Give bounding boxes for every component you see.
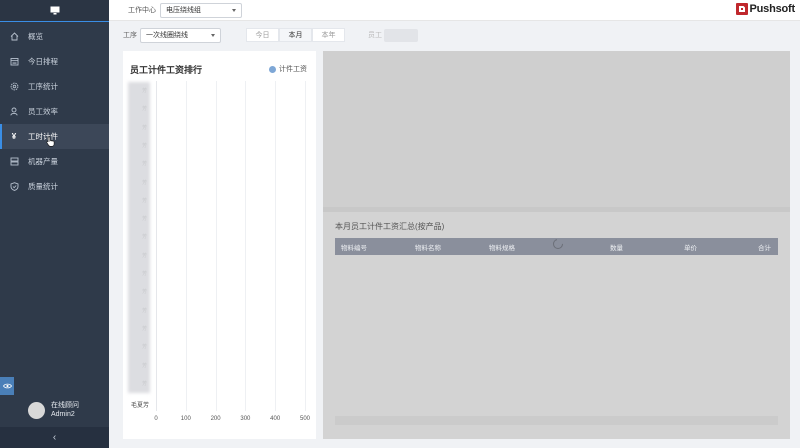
period-toggle: 今日 本月 本年 [246, 28, 345, 42]
monitor-icon [50, 6, 59, 15]
period-month-button[interactable]: 本月 [279, 28, 312, 42]
chart-placeholder [323, 51, 790, 207]
sidebar-item-employee-efficiency[interactable]: 员工效率 [0, 99, 109, 124]
column-header[interactable]: 物料编号 [341, 242, 367, 252]
employee-name-fragment: 芳 [141, 106, 147, 113]
sidebar-item-label: 今日排程 [28, 57, 58, 66]
employee-name-fragment: 芳 [141, 252, 147, 259]
toggle-visibility-button[interactable] [0, 377, 14, 395]
right-panel: 本月员工计件工资汇总(按产品) 物料编号 物料名称 物料规格 数量 单价 合计 [323, 51, 790, 439]
hand-pointer-icon [46, 136, 55, 147]
employee-name-fragment: 芳 [141, 344, 147, 351]
summary-title: 本月员工计件工资汇总(按产品) [335, 222, 445, 231]
employee-name-fragment: 芳 [141, 325, 147, 332]
sidebar-item-label: 质量统计 [28, 182, 58, 191]
column-header[interactable]: 数量 [610, 242, 623, 252]
x-tick-label: 200 [210, 416, 221, 422]
employee-name-label: 毛夏芳 [131, 403, 150, 409]
employee-name-fragment: 芳 [141, 124, 147, 131]
employee-name-fragment: 芳 [141, 307, 147, 314]
legend-label: 计件工资 [279, 66, 307, 73]
process-label: 工序 [123, 32, 137, 39]
x-tick-label: 0 [154, 416, 158, 422]
x-tick-label: 100 [180, 416, 191, 422]
gridline [275, 81, 277, 411]
employee-select[interactable] [384, 28, 418, 42]
chart-title: 员工计件工资排行 [130, 65, 203, 75]
user-name: Admin2 [51, 410, 75, 418]
yen-icon: ¥ [11, 132, 17, 141]
column-header[interactable]: 合计 [758, 242, 771, 252]
gridline [245, 81, 247, 411]
employee-name-fragment: 芳 [141, 197, 147, 204]
process-value: 一次线圈绕线 [146, 32, 188, 39]
employee-name-fragment: 芳 [141, 380, 147, 387]
sidebar-item-process-stats[interactable]: 工序统计 [0, 74, 109, 99]
employee-name-fragment: 芳 [141, 142, 147, 149]
x-tick-label: 300 [240, 416, 251, 422]
gear-icon [9, 82, 19, 92]
logo-mark-icon [735, 3, 748, 15]
chart-legend[interactable]: 计件工资 [269, 64, 307, 74]
employee-label: 员工 [368, 32, 382, 39]
sidebar-item-label: 概览 [28, 32, 43, 41]
gridline [305, 81, 306, 411]
employee-name-fragment: 芳 [141, 234, 147, 241]
horizontal-scrollbar[interactable] [335, 416, 778, 425]
chevron-down-icon [211, 33, 215, 37]
eye-icon [2, 383, 12, 389]
employee-name-fragment: 芳 [141, 362, 147, 369]
sidebar-item-machine-output[interactable]: 机器产量 [0, 149, 109, 174]
avatar [28, 402, 45, 419]
sidebar-item-quality-stats[interactable]: 质量统计 [0, 174, 109, 199]
employee-name-fragment: 芳 [141, 289, 147, 296]
sidebar-item-label: 机器产量 [28, 157, 58, 166]
y-axis-line [156, 81, 157, 411]
loading-spinner-icon [553, 239, 563, 249]
sidebar-header [0, 0, 109, 22]
sidebar-menu: 概览 今日排程 工序统计 员工效率 ¥ 工时计件 机器产量 质量统计 [0, 24, 109, 199]
chevron-down-icon [232, 8, 236, 12]
home-icon [9, 32, 19, 42]
x-tick-label: 500 [299, 416, 311, 422]
legend-dot-icon [269, 65, 276, 73]
employee-name-fragment: 芳 [141, 161, 147, 168]
filter-bar: 工序 一次线圈绕线 今日 本月 本年 员工 [109, 26, 800, 44]
column-header[interactable]: 物料规格 [489, 242, 515, 252]
shield-check-icon [9, 182, 19, 192]
user-profile[interactable]: 在线顾问 Admin2 [28, 402, 79, 419]
work-center-label: 工作中心 [128, 7, 156, 14]
sidebar-item-label: 员工效率 [28, 107, 58, 116]
gridline [215, 81, 217, 411]
column-header[interactable]: 单价 [684, 242, 697, 252]
chevron-left-icon: ‹ [52, 432, 57, 443]
gridline [185, 81, 187, 411]
sidebar-item-label: 工序统计 [28, 82, 58, 91]
employee-name-fragment: 芳 [141, 88, 147, 94]
employee-name-fragment: 芳 [141, 179, 147, 186]
x-tick-label: 400 [270, 416, 281, 422]
process-select[interactable]: 一次线圈绕线 [140, 27, 221, 43]
period-today-button[interactable]: 今日 [246, 28, 279, 42]
user-role: 在线顾问 [51, 402, 79, 409]
sidebar-item-overview[interactable]: 概览 [0, 24, 109, 49]
ranking-chart-panel: 员工计件工资排行 计件工资 芳芳芳芳芳芳芳芳芳芳芳芳芳芳芳芳芳 毛夏芳 0 100… [123, 51, 316, 439]
work-center-value: 电压绕线组 [166, 7, 201, 14]
period-year-button[interactable]: 本年 [312, 28, 345, 42]
summary-panel: 本月员工计件工资汇总(按产品) 物料编号 物料名称 物料规格 数量 单价 合计 [323, 212, 790, 439]
collapse-sidebar-button[interactable]: ‹ [0, 427, 109, 448]
user-icon [9, 107, 19, 117]
employee-name-fragment: 芳 [141, 271, 147, 277]
sidebar: 概览 今日排程 工序统计 员工效率 ¥ 工时计件 机器产量 质量统计 在线顾问 … [0, 0, 109, 448]
calendar-icon [9, 57, 19, 67]
sidebar-item-schedule[interactable]: 今日排程 [0, 49, 109, 74]
top-bar: 工作中心 电压绕线组 Pushsoft [109, 0, 800, 21]
logo-text: Pushsoft [749, 3, 796, 15]
column-header[interactable]: 物料名称 [415, 242, 441, 252]
work-center-select[interactable]: 电压绕线组 [160, 2, 242, 18]
pushsoft-logo: Pushsoft [735, 3, 796, 15]
employee-name-fragment: 芳 [141, 216, 147, 223]
server-icon [9, 157, 19, 167]
